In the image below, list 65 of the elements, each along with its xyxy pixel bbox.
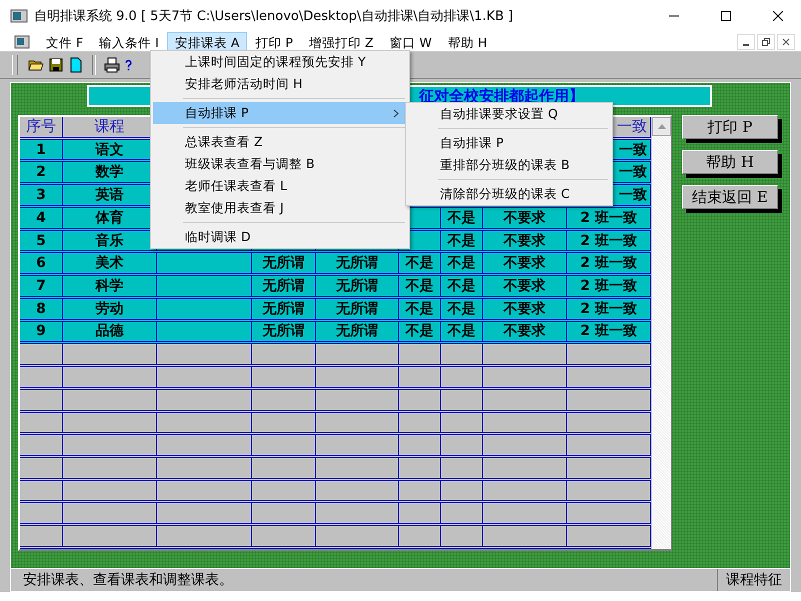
table-cell: 不是	[441, 230, 483, 250]
table-cell: 5	[20, 230, 63, 250]
table-cell: 品德	[63, 322, 157, 342]
close-button[interactable]	[777, 34, 795, 50]
table-cell: 无所谓	[252, 276, 316, 296]
table-cell: 不是	[399, 298, 441, 319]
maximize-icon	[721, 11, 731, 21]
table-cell: 不是	[399, 276, 441, 296]
table-cell: 不要求	[483, 208, 567, 228]
close-icon	[773, 11, 783, 21]
menu-title[interactable]: 增强打印 Z	[300, 32, 382, 51]
table-cell: 不是	[441, 322, 483, 342]
up-arrow-icon	[658, 124, 666, 129]
table-cell: 无所谓	[316, 322, 399, 342]
menu-title[interactable]: 安排课表 A	[166, 32, 248, 51]
status-panel: 课程特征	[717, 569, 790, 591]
table-cell: 无所谓	[252, 253, 316, 274]
table-cell: 9	[20, 322, 63, 342]
table-cell: 不是	[399, 253, 441, 274]
table-cell: 不要求	[483, 322, 567, 342]
table-cell: 6	[20, 253, 63, 274]
table-cell: 劳动	[63, 298, 157, 319]
table-cell: 无所谓	[316, 298, 399, 319]
table-cell: 不要求	[483, 253, 567, 274]
chevron-right-icon	[393, 108, 399, 118]
new-file-icon[interactable]	[68, 57, 84, 73]
table-cell: 无所谓	[252, 322, 316, 342]
status-message: 安排课表、查看课表和调整课表。	[22, 571, 234, 590]
table-cell: 无所谓	[316, 276, 399, 296]
restore-icon	[762, 38, 770, 46]
window-title: 自明排课系统 9.0 [ 5天7节 C:\Users\lenovo\Desktop\自动排课\自动排课\1.KB ]	[34, 8, 514, 25]
table-cell: 美术	[63, 253, 157, 274]
table-cell: 不是	[441, 276, 483, 296]
table-cell: 不要求	[483, 298, 567, 319]
scrollbar[interactable]	[651, 117, 671, 549]
close-icon	[782, 38, 790, 46]
table-cell: 8	[20, 298, 63, 319]
table-cell: 不是	[399, 322, 441, 342]
table-cell: 4	[20, 208, 63, 228]
menu-title[interactable]: 输入条件 I	[91, 32, 167, 51]
save-icon[interactable]	[48, 57, 64, 73]
menu-title[interactable]: 帮助 H	[440, 32, 496, 51]
table-cell: 不要求	[483, 230, 567, 250]
table-cell: 无所谓	[252, 298, 316, 319]
table-cell: 3	[20, 185, 63, 205]
table-cell: 7	[20, 276, 63, 296]
menu-title[interactable]: 文件 F	[38, 32, 92, 51]
table-cell: 1	[20, 140, 63, 160]
menu-title[interactable]: 打印 P	[247, 32, 301, 51]
document-icon[interactable]	[14, 34, 30, 48]
minimize-button[interactable]	[737, 34, 755, 50]
table-cell: 不是	[441, 253, 483, 274]
minimize-icon	[743, 44, 749, 46]
restore-button[interactable]	[757, 34, 775, 50]
table-cell: 不是	[441, 208, 483, 228]
table-cell: 不是	[441, 298, 483, 319]
column-header: 序号	[20, 117, 63, 137]
menu-item[interactable]: 自动排课 P	[153, 102, 407, 124]
printer-icon[interactable]	[104, 57, 120, 73]
app-icon	[10, 8, 28, 24]
table-cell: 2	[20, 162, 63, 182]
table-cell: 不要求	[483, 276, 567, 296]
table-cell: 无所谓	[316, 253, 399, 274]
menu-title[interactable]: 窗口 W	[381, 32, 440, 51]
table-cell: 科学	[63, 276, 157, 296]
